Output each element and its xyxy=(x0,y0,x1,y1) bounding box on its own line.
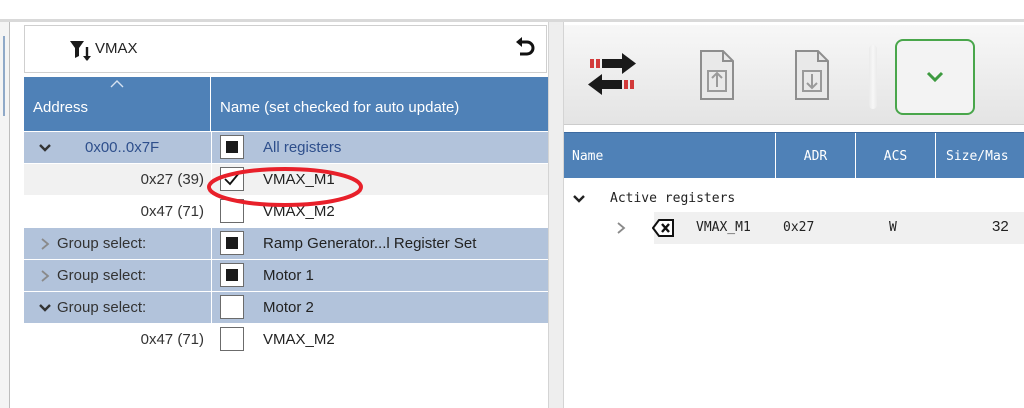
column-divider xyxy=(211,324,212,356)
register-name: VMAX_M1 xyxy=(696,220,751,235)
row-checkbox[interactable] xyxy=(220,263,244,287)
active-registers-panel: Name ADR ACS Size/Mas Active registers V… xyxy=(564,22,1024,408)
row-address: Group select: xyxy=(57,235,147,252)
row-checkbox[interactable] xyxy=(220,295,244,319)
sort-ascending-icon xyxy=(110,80,124,88)
row-name: VMAX_M2 xyxy=(263,331,335,348)
column-header-name[interactable]: Name (set checked for auto update) xyxy=(211,77,551,131)
column-label-address: Address xyxy=(33,99,89,116)
table-row[interactable]: Group select: Motor 2 xyxy=(24,292,551,324)
right-table-header: Name ADR ACS Size/Mas xyxy=(564,132,1024,179)
table-row[interactable]: Group select: Ramp Generator...l Registe… xyxy=(24,228,551,260)
toolbar xyxy=(564,25,1024,125)
chevron-down-icon[interactable] xyxy=(572,192,586,206)
row-address: 0x27 (39) xyxy=(140,171,204,188)
remove-register-icon[interactable] xyxy=(652,218,676,238)
download-document-icon[interactable] xyxy=(784,47,840,103)
register-acs: W xyxy=(889,220,897,235)
group-label: Active registers xyxy=(610,191,736,206)
row-checkbox[interactable] xyxy=(220,327,244,351)
panel-splitter[interactable] xyxy=(548,22,564,408)
register-adr: 0x27 xyxy=(783,220,815,235)
filter-bar[interactable]: VMAX xyxy=(24,25,547,73)
register-size: 32 xyxy=(992,218,1009,235)
annotation-circle xyxy=(207,167,363,207)
row-address: Group select: xyxy=(57,299,147,316)
column-label-name: Name (set checked for auto update) xyxy=(220,99,460,116)
filter-label: VMAX xyxy=(95,40,138,57)
column-divider xyxy=(211,292,212,324)
row-address: 0x00..0x7F xyxy=(85,139,160,156)
row-name: Ramp Generator...l Register Set xyxy=(263,235,477,252)
row-address: 0x47 (71) xyxy=(140,203,204,220)
row-address: 0x47 (71) xyxy=(140,331,204,348)
column-header-acs[interactable]: ACS xyxy=(856,133,936,179)
row-checkbox[interactable] xyxy=(220,135,244,159)
swap-arrows-icon[interactable] xyxy=(584,47,640,103)
column-divider xyxy=(211,260,212,292)
column-header-size-mask[interactable]: Size/Mas xyxy=(936,133,1024,179)
chevron-right-icon[interactable] xyxy=(614,221,628,235)
register-row[interactable]: VMAX_M1 0x27 W 32 xyxy=(564,212,1024,244)
upload-document-icon[interactable] xyxy=(689,47,745,103)
toolbar-separator xyxy=(869,45,877,109)
column-divider xyxy=(211,132,212,164)
undo-icon[interactable] xyxy=(514,36,536,62)
register-selection-panel: VMAX Address Name (set checked for auto … xyxy=(12,22,551,408)
table-row[interactable]: 0x47 (71) VMAX_M2 xyxy=(24,324,551,356)
row-name: All registers xyxy=(263,139,342,156)
window-top-bar xyxy=(0,0,1024,22)
row-name: Motor 1 xyxy=(263,267,314,284)
column-divider xyxy=(211,228,212,260)
checkmark-chevron-icon xyxy=(926,71,944,83)
chevron-right-icon[interactable] xyxy=(38,237,52,251)
row-checkbox[interactable] xyxy=(220,231,244,255)
chevron-down-icon[interactable] xyxy=(38,301,52,315)
column-header-address[interactable]: Address xyxy=(24,77,211,131)
chevron-right-icon[interactable] xyxy=(38,269,52,283)
left-dock-edge xyxy=(0,22,10,408)
filter-sort-icon[interactable] xyxy=(69,38,91,64)
row-name: Motor 2 xyxy=(263,299,314,316)
table-row[interactable]: 0x00..0x7F All registers xyxy=(24,132,551,164)
apply-button[interactable] xyxy=(895,39,975,115)
table-row[interactable]: Group select: Motor 1 xyxy=(24,260,551,292)
column-header-adr[interactable]: ADR xyxy=(776,133,856,179)
left-table-header: Address Name (set checked for auto updat… xyxy=(24,77,551,131)
chevron-down-icon[interactable] xyxy=(38,141,52,155)
row-address: Group select: xyxy=(57,267,147,284)
column-header-name[interactable]: Name xyxy=(564,133,776,179)
